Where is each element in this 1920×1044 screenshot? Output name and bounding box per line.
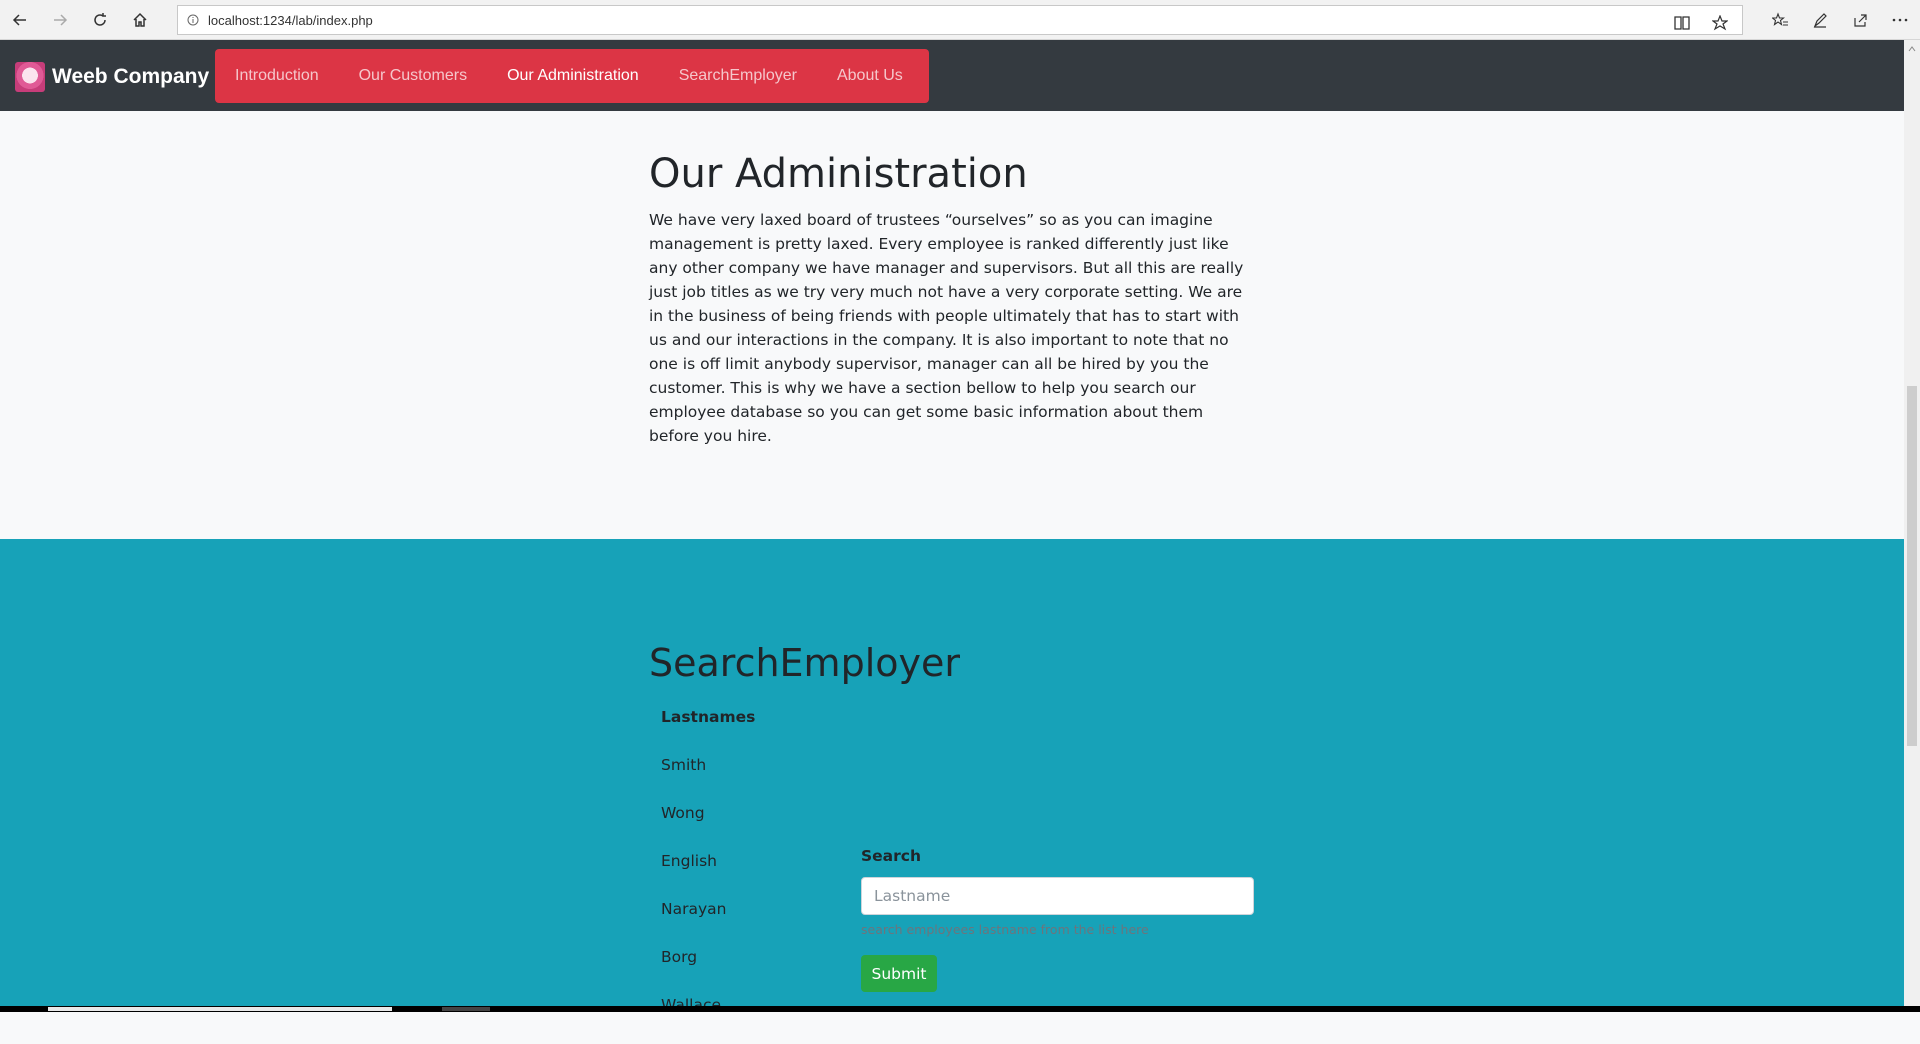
list-item: Borg [661,948,698,966]
nav-link-introduction[interactable]: Introduction [215,67,339,85]
list-item: Narayan [661,900,727,918]
favorite-star-icon[interactable] [1706,9,1734,37]
brand-name: Weeb Company [52,65,210,88]
nav-link-our-customers[interactable]: Our Customers [339,67,487,85]
url-text[interactable]: localhost:1234/lab/index.php [208,13,373,28]
scroll-thumb[interactable] [1907,386,1917,746]
pen-notes-icon[interactable] [1806,6,1834,34]
administration-section: Our Administration We have very laxed bo… [0,111,1904,539]
scroll-up-icon[interactable] [1907,44,1917,54]
favorites-hub-icon[interactable] [1766,6,1794,34]
lastname-search-input[interactable] [861,877,1254,915]
list-item: English [661,852,717,870]
list-item: Wallace [661,996,722,1014]
list-item: Smith [661,756,707,774]
nav-link-search-employer[interactable]: SearchEmployer [659,67,817,85]
lastname-list-header: Lastnames [661,708,756,726]
browser-toolbar: localhost:1234/lab/index.php [0,0,1920,40]
nav-menu: Introduction Our Customers Our Administr… [215,49,929,103]
page-scrollbar[interactable] [1904,40,1920,1012]
address-bar[interactable]: localhost:1234/lab/index.php [177,5,1743,35]
taskbar-item[interactable] [442,1007,490,1011]
brand-link[interactable]: Weeb Company [15,62,209,92]
administration-text: We have very laxed board of trustees “ou… [649,211,1244,445]
brand-logo-icon [15,62,45,92]
taskbar-strip [0,1006,1920,1012]
share-icon[interactable] [1846,6,1874,34]
reading-view-icon[interactable] [1668,9,1696,37]
list-item: Wong [661,804,705,822]
nav-link-about-us[interactable]: About Us [817,67,923,85]
site-navbar: Weeb Company Introduction Our Customers … [0,40,1904,111]
lastname-list: Lastnames Smith Wong English Narayan Bor… [661,708,755,1044]
refresh-icon[interactable] [86,6,114,34]
home-icon[interactable] [126,6,154,34]
nav-link-our-administration[interactable]: Our Administration [487,67,659,85]
search-label: Search [861,847,922,865]
back-icon[interactable] [6,6,34,34]
administration-title: Our Administration [649,151,1028,197]
search-help-text: search employees lastname from the list … [861,922,1149,937]
search-employer-section: SearchEmployer Lastnames Smith Wong Engl… [0,539,1904,1014]
submit-button[interactable]: Submit [861,955,937,992]
taskbar-item[interactable] [48,1007,392,1011]
more-menu-icon[interactable] [1886,6,1914,34]
site-info-icon[interactable] [178,14,208,26]
search-employer-title: SearchEmployer [649,641,960,685]
forward-icon[interactable] [46,6,74,34]
